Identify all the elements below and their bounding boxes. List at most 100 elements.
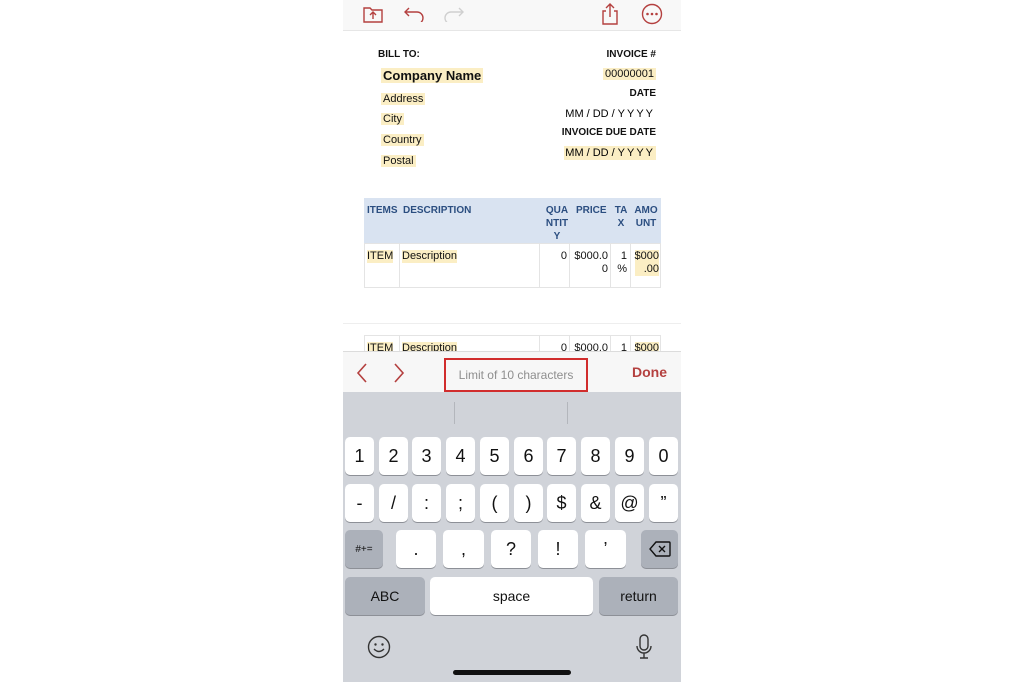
next-field-icon[interactable] [392, 362, 406, 389]
th-amount: AMO UNT [634, 205, 658, 229]
price-value: $000.0 0 [574, 250, 608, 275]
due-date-month: MM [565, 147, 584, 159]
invoice-number-field[interactable]: 00000001 [603, 68, 656, 80]
postal-field[interactable]: Postal [381, 155, 416, 167]
key-0[interactable]: 0 [649, 437, 678, 475]
quantity-cell[interactable]: 0 [540, 336, 570, 351]
date-sep: / [611, 147, 615, 159]
microphone-icon[interactable] [635, 634, 653, 665]
tax-value: 1 % [617, 250, 627, 275]
table-row: ITEM Description 0 $000.0 0 1 % $000 .00 [364, 243, 661, 288]
input-accessory-bar: Limit of 10 characters Done [343, 351, 681, 392]
numeric-keyboard: 1 2 3 4 5 6 7 8 9 0 - / : ; ( ) $ & @ ” … [343, 392, 681, 682]
item-cell[interactable]: ITEM [365, 336, 400, 351]
key-period[interactable]: . [396, 530, 436, 568]
date-sep: / [586, 108, 590, 120]
key-2[interactable]: 2 [379, 437, 408, 475]
key-6[interactable]: 6 [514, 437, 543, 475]
address-field[interactable]: Address [381, 93, 426, 105]
due-date-year: YYYY [617, 147, 655, 159]
item-cell[interactable]: ITEM [365, 244, 400, 287]
date-field[interactable]: MM / DD / YYYY [564, 107, 656, 121]
key-ampersand[interactable]: & [581, 484, 610, 522]
editor-toolbar [343, 0, 681, 31]
done-button[interactable]: Done [632, 364, 667, 380]
amount-value: $000 .00 [634, 250, 659, 276]
symbols-mode-key[interactable]: #+= [345, 530, 383, 568]
th-description: DESCRIPTION [403, 205, 472, 216]
key-quote[interactable]: ” [649, 484, 678, 522]
item-value: ITEM [367, 250, 394, 263]
description-cell[interactable]: Description [400, 336, 540, 351]
table-row: ITEM Description 0 $000.0 1 $000 [364, 335, 661, 351]
suggestion-divider [454, 402, 455, 424]
undo-icon[interactable] [400, 1, 426, 27]
return-key[interactable]: return [599, 577, 678, 615]
tax-cell[interactable]: 1 [611, 336, 631, 351]
share-icon[interactable] [597, 1, 623, 27]
th-tax: TA X [614, 205, 628, 229]
key-4[interactable]: 4 [446, 437, 475, 475]
company-name-field[interactable]: Company Name [381, 68, 484, 83]
home-indicator [453, 670, 571, 675]
key-hyphen[interactable]: - [345, 484, 374, 522]
due-date-day: DD [592, 147, 609, 159]
date-sep: / [586, 147, 590, 159]
price-cell[interactable]: $000.0 0 [570, 244, 611, 287]
quantity-value: 0 [560, 342, 567, 351]
key-colon[interactable]: : [412, 484, 441, 522]
space-key[interactable]: space [430, 577, 593, 615]
bill-to-label: BILL TO: [378, 49, 420, 60]
price-value: $000.0 [574, 342, 608, 351]
quantity-cell[interactable]: 0 [540, 244, 570, 287]
more-icon[interactable] [639, 1, 665, 27]
date-label: DATE [629, 88, 656, 99]
key-8[interactable]: 8 [581, 437, 610, 475]
key-semicolon[interactable]: ; [446, 484, 475, 522]
previous-field-icon[interactable] [355, 362, 369, 389]
key-slash[interactable]: / [379, 484, 408, 522]
key-1[interactable]: 1 [345, 437, 374, 475]
key-7[interactable]: 7 [547, 437, 576, 475]
suggestion-divider [567, 402, 568, 424]
items-table-header: ITEMS DESCRIPTION QUA NTIT Y PRICE TA X … [364, 198, 661, 243]
th-items: ITEMS [367, 205, 398, 216]
price-cell[interactable]: $000.0 [570, 336, 611, 351]
phone-screen: BILL TO: Company Name Address City Count… [343, 0, 681, 682]
key-dollar[interactable]: $ [547, 484, 576, 522]
tax-cell[interactable]: 1 % [611, 244, 631, 287]
description-value: Description [402, 342, 458, 351]
date-day: DD [592, 108, 609, 120]
date-year: YYYY [617, 108, 655, 120]
amount-cell[interactable]: $000 .00 [631, 244, 660, 287]
city-field[interactable]: City [381, 113, 404, 125]
key-at[interactable]: @ [615, 484, 644, 522]
amount-value: $000 [634, 342, 659, 351]
character-limit-hint: Limit of 10 characters [444, 358, 588, 392]
key-9[interactable]: 9 [615, 437, 644, 475]
key-5[interactable]: 5 [480, 437, 509, 475]
th-quantity: QUA NTIT Y [545, 205, 569, 242]
date-sep: / [611, 108, 615, 120]
amount-cell[interactable]: $000 [631, 336, 660, 351]
date-month: MM [565, 108, 584, 120]
abc-key[interactable]: ABC [345, 577, 425, 615]
due-date-label: INVOICE DUE DATE [561, 127, 656, 138]
delete-key[interactable] [641, 530, 678, 568]
key-open-paren[interactable]: ( [480, 484, 509, 522]
key-close-paren[interactable]: ) [514, 484, 543, 522]
key-exclamation[interactable]: ! [538, 530, 578, 568]
due-date-field[interactable]: MM / DD / YYYY [564, 146, 656, 160]
redo-icon[interactable] [442, 1, 468, 27]
page-break-divider [343, 323, 681, 324]
description-cell[interactable]: Description [400, 244, 540, 287]
country-field[interactable]: Country [381, 134, 424, 146]
key-question[interactable]: ? [491, 530, 531, 568]
tax-value: 1 [620, 342, 627, 351]
key-3[interactable]: 3 [412, 437, 441, 475]
emoji-icon[interactable] [367, 635, 391, 664]
key-apostrophe[interactable]: ’ [585, 530, 626, 568]
backspace-icon [648, 541, 671, 557]
upload-doc-icon[interactable] [360, 1, 386, 27]
key-comma[interactable]: , [443, 530, 484, 568]
